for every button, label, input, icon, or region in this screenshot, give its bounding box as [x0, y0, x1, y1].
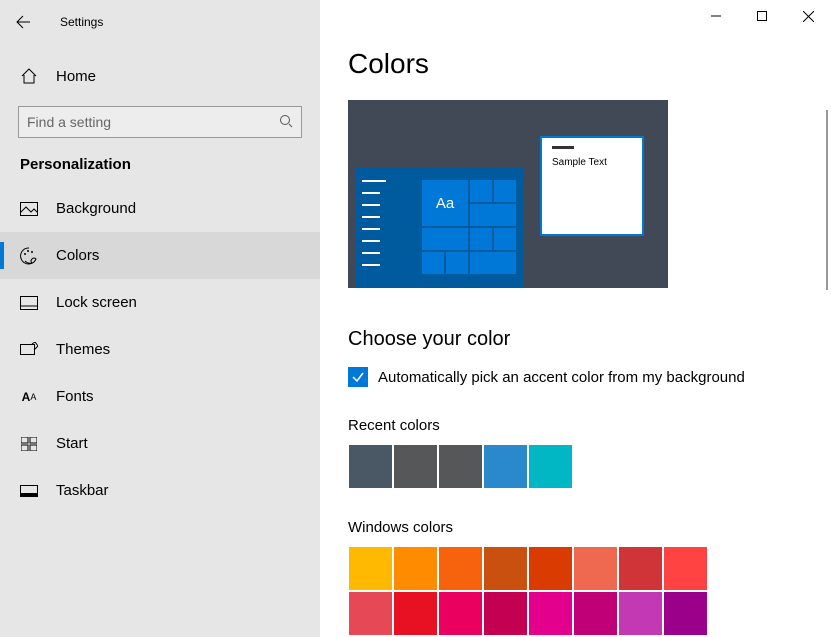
nav-item-colors[interactable]: Colors	[0, 232, 320, 279]
preview-tiles: Aa	[422, 180, 516, 274]
nav-item-themes[interactable]: Themes	[0, 326, 320, 373]
color-swatch[interactable]	[483, 591, 528, 636]
picture-icon	[20, 202, 38, 216]
preview-sample-text: Sample Text	[552, 157, 607, 168]
window-controls	[693, 0, 831, 32]
auto-pick-checkbox[interactable]: Automatically pick an accent color from …	[348, 367, 803, 387]
recent-colors-row	[348, 444, 803, 489]
start-icon	[20, 437, 38, 451]
color-preview: Aa Sample Text	[348, 100, 668, 288]
themes-icon	[20, 342, 38, 358]
preview-aa-tile: Aa	[422, 180, 468, 226]
color-swatch[interactable]	[393, 444, 438, 489]
preview-window: Sample Text	[540, 136, 644, 236]
color-swatch[interactable]	[393, 591, 438, 636]
nav-item-start[interactable]: Start	[0, 420, 320, 467]
nav-item-background[interactable]: Background	[0, 185, 320, 232]
nav-label: Lock screen	[56, 294, 137, 311]
search-box[interactable]	[18, 106, 302, 138]
back-button[interactable]	[8, 7, 38, 37]
checkbox-checked-icon	[348, 367, 368, 387]
minimize-button[interactable]	[693, 0, 739, 32]
color-swatch[interactable]	[528, 591, 573, 636]
search-input[interactable]	[27, 114, 279, 130]
nav-label: Background	[56, 200, 136, 217]
color-swatch[interactable]	[573, 591, 618, 636]
color-swatch[interactable]	[438, 444, 483, 489]
nav-label: Colors	[56, 247, 99, 264]
maximize-button[interactable]	[739, 0, 785, 32]
close-button[interactable]	[785, 0, 831, 32]
page-title: Colors	[348, 48, 803, 80]
section-choose-color: Choose your color	[348, 328, 803, 351]
color-swatch[interactable]	[573, 546, 618, 591]
color-swatch[interactable]	[438, 546, 483, 591]
taskbar-icon	[20, 485, 38, 497]
preview-desktop: Aa	[356, 168, 524, 288]
category-header: Personalization	[18, 156, 302, 173]
auto-pick-label: Automatically pick an accent color from …	[378, 369, 745, 386]
lock-screen-icon	[20, 296, 38, 310]
window-title: Settings	[60, 15, 103, 29]
color-swatch[interactable]	[528, 546, 573, 591]
nav-label: Taskbar	[56, 482, 109, 499]
color-swatch[interactable]	[348, 591, 393, 636]
sidebar: Settings Home Personalization Background	[0, 0, 320, 637]
color-swatch[interactable]	[483, 546, 528, 591]
color-swatch[interactable]	[528, 444, 573, 489]
nav-label: Fonts	[56, 388, 94, 405]
minimize-icon	[711, 11, 721, 21]
fonts-icon: AA	[20, 390, 38, 404]
palette-icon	[20, 247, 38, 265]
maximize-icon	[757, 11, 767, 21]
color-swatch[interactable]	[348, 546, 393, 591]
nav-label: Start	[56, 435, 88, 452]
nav-list: Background Colors Lock screen Themes AA …	[18, 185, 302, 514]
home-label: Home	[56, 68, 96, 85]
nav-label: Themes	[56, 341, 110, 358]
color-swatch[interactable]	[618, 546, 663, 591]
preview-menu-lines	[362, 180, 412, 276]
windows-colors-label: Windows colors	[348, 519, 803, 536]
color-swatch[interactable]	[483, 444, 528, 489]
content-area: Colors Aa Sample Text Choose your colo	[320, 0, 831, 637]
color-swatch[interactable]	[438, 591, 483, 636]
home-icon	[20, 67, 38, 85]
arrow-left-icon	[15, 14, 31, 30]
nav-item-fonts[interactable]: AA Fonts	[0, 373, 320, 420]
recent-colors-label: Recent colors	[348, 417, 803, 434]
search-icon	[279, 114, 293, 131]
windows-colors-row-1	[348, 546, 803, 591]
color-swatch[interactable]	[663, 546, 708, 591]
color-swatch[interactable]	[348, 444, 393, 489]
scrollbar[interactable]	[826, 110, 828, 290]
color-swatch[interactable]	[393, 546, 438, 591]
nav-item-taskbar[interactable]: Taskbar	[0, 467, 320, 514]
nav-item-lock-screen[interactable]: Lock screen	[0, 279, 320, 326]
color-swatch[interactable]	[618, 591, 663, 636]
color-swatch[interactable]	[663, 591, 708, 636]
windows-colors-row-2	[348, 591, 803, 636]
close-icon	[803, 11, 814, 22]
home-button[interactable]: Home	[18, 56, 302, 96]
